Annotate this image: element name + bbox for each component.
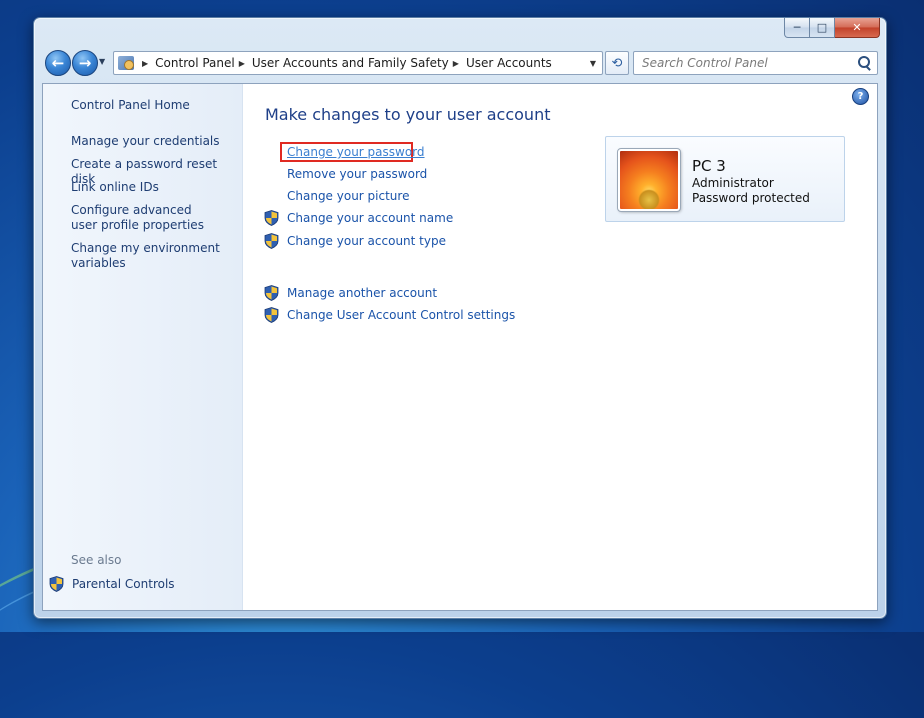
forward-button[interactable]: → [72, 50, 98, 76]
change-password-link[interactable]: Change your password [287, 145, 425, 159]
search-input[interactable] [640, 55, 855, 71]
change-account-type-link[interactable]: Change your account type [287, 234, 446, 248]
help-icon[interactable]: ? [852, 88, 869, 105]
account-card: PC 3 Administrator Password protected [605, 136, 845, 222]
sidebar-item-control-panel-home[interactable]: Control Panel Home [71, 98, 239, 113]
sidebar-item-parental-controls[interactable]: Parental Controls [49, 576, 175, 592]
search-icon[interactable] [855, 54, 873, 72]
uac-settings-link[interactable]: Change User Account Control settings [287, 308, 515, 322]
chevron-right-icon[interactable]: ▶ [239, 59, 245, 68]
close-button[interactable]: ✕ [835, 18, 880, 38]
change-picture-link[interactable]: Change your picture [287, 189, 409, 203]
remove-password-link[interactable]: Remove your password [287, 167, 427, 181]
manage-another-account-link[interactable]: Manage another account [287, 286, 437, 300]
uac-shield-icon [264, 233, 279, 249]
user-accounts-icon [118, 56, 134, 70]
back-button[interactable]: ← [45, 50, 71, 76]
account-name: PC 3 [692, 157, 726, 175]
sidebar-item-label: Parental Controls [72, 577, 175, 591]
see-also-heading: See also [71, 553, 122, 567]
chevron-right-icon[interactable]: ▶ [453, 59, 459, 68]
page-title: Make changes to your user account [265, 105, 551, 124]
change-account-name-row[interactable]: Change your account name [264, 210, 453, 226]
navigation-bar: ← → ▼ ▶ Control Panel ▶ User Accounts an… [42, 48, 878, 78]
breadcrumb-user-accounts[interactable]: User Accounts [466, 56, 552, 70]
address-dropdown-button[interactable]: ▼ [584, 52, 602, 74]
change-account-name-link[interactable]: Change your account name [287, 211, 453, 225]
sidebar-item-manage-credentials[interactable]: Manage your credentials [71, 134, 239, 149]
change-account-type-row[interactable]: Change your account type [264, 233, 446, 249]
recent-pages-dropdown[interactable]: ▼ [99, 57, 109, 69]
search-box[interactable] [633, 51, 878, 75]
uac-shield-icon [264, 210, 279, 226]
task-pane: Control Panel Home Manage your credentia… [43, 84, 243, 610]
maximize-button[interactable]: □ [810, 18, 835, 38]
refresh-button[interactable]: ⟲ [605, 51, 629, 75]
control-panel-window: ─ □ ✕ ← → ▼ ▶ Control Panel ▶ User Accou… [33, 17, 887, 619]
sidebar-item-link-online-ids[interactable]: Link online IDs [71, 180, 239, 195]
uac-shield-icon [264, 307, 279, 323]
uac-shield-icon [264, 285, 279, 301]
uac-settings-row[interactable]: Change User Account Control settings [264, 307, 515, 323]
breadcrumb-user-accounts-family-safety[interactable]: User Accounts and Family Safety [252, 56, 449, 70]
manage-another-account-row[interactable]: Manage another account [264, 285, 437, 301]
content-area: Control Panel Home Manage your credentia… [42, 83, 878, 611]
account-status: Password protected [692, 191, 810, 205]
caption-buttons: ─ □ ✕ [784, 18, 880, 38]
sidebar-item-environment-variables[interactable]: Change my environment variables [71, 241, 221, 271]
uac-shield-icon [49, 576, 64, 592]
user-avatar [617, 148, 681, 212]
breadcrumb-control-panel[interactable]: Control Panel [155, 56, 235, 70]
minimize-button[interactable]: ─ [784, 18, 810, 38]
account-type: Administrator [692, 176, 774, 190]
chevron-right-icon[interactable]: ▶ [142, 59, 148, 68]
address-bar[interactable]: ▶ Control Panel ▶ User Accounts and Fami… [113, 51, 603, 75]
sidebar-item-advanced-profile[interactable]: Configure advanced user profile properti… [71, 203, 221, 233]
